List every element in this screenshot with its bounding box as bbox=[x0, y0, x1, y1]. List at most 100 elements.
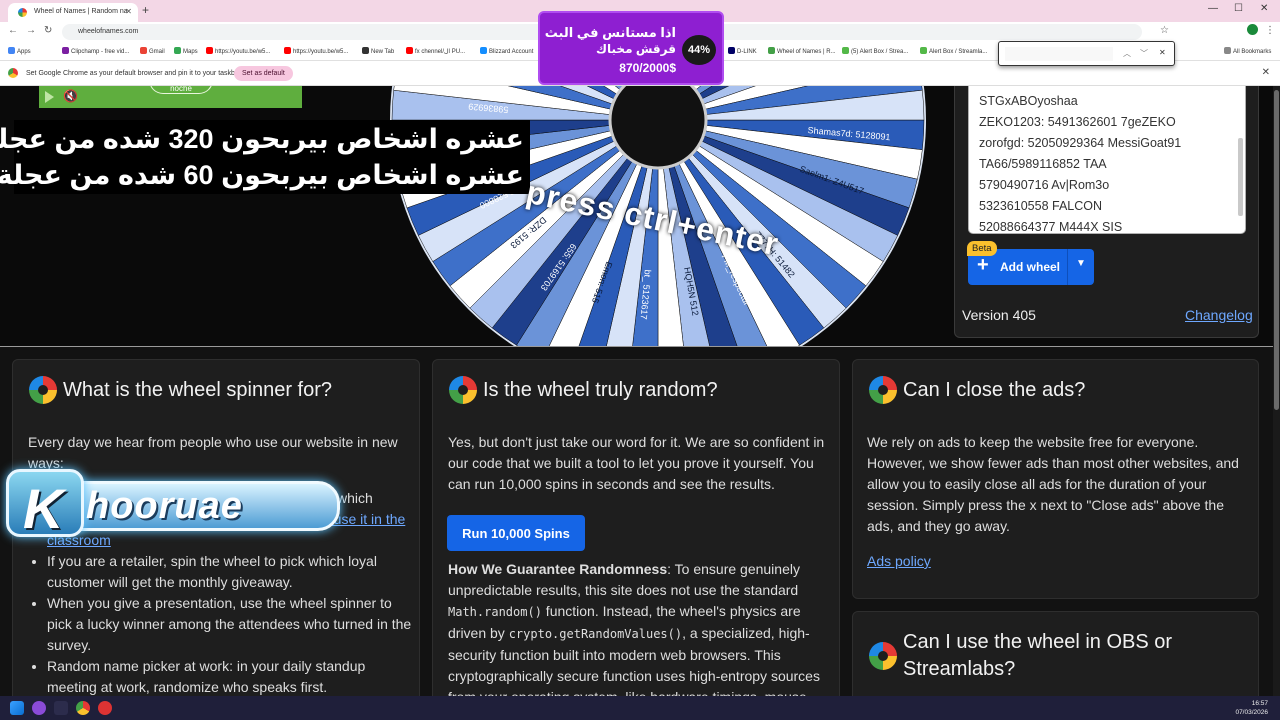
bookmark-item[interactable]: New Tab bbox=[362, 47, 394, 55]
run-spins-button[interactable]: Run 10,000 Spins bbox=[447, 515, 585, 551]
capcut-icon[interactable] bbox=[54, 701, 68, 715]
bookmark-item[interactable]: Apps bbox=[8, 47, 31, 55]
list-item: When you give a presentation, use the wh… bbox=[47, 593, 412, 656]
card-close-ads: Can I close the ads? We rely on ads to k… bbox=[852, 359, 1259, 599]
windows-start-icon[interactable] bbox=[10, 701, 24, 715]
code-math-random: Math.random() bbox=[448, 605, 542, 619]
reload-icon[interactable]: ↻ bbox=[44, 25, 52, 36]
system-clock[interactable]: 16:57 07/03/2026 bbox=[1235, 699, 1268, 717]
list-item: Random name picker at work: in your dail… bbox=[47, 656, 412, 698]
logo-wordmark: hooruae bbox=[86, 485, 243, 527]
card-intro: Yes, but don't just take our word for it… bbox=[448, 434, 825, 492]
new-tab-icon[interactable]: + bbox=[142, 3, 149, 17]
announcement-line-1: عشره اشخاص بيربحون 320 شده من عجلة الحظ bbox=[0, 120, 530, 158]
bookmark-item[interactable]: D-LINK bbox=[728, 47, 757, 55]
logo-k-box: K bbox=[6, 469, 84, 540]
entry-line: zorofgd: 52050929364 MessiGoat91 bbox=[979, 136, 1182, 150]
card-title: Can I use the wheel in OBS or Streamlabs… bbox=[903, 631, 1173, 680]
bookmark-item[interactable]: Gmail bbox=[140, 47, 165, 55]
wheel-logo-icon bbox=[29, 376, 57, 404]
entries-scrollbar[interactable] bbox=[1238, 138, 1243, 216]
close-tab-icon[interactable]: ✕ bbox=[125, 7, 132, 16]
wheel-center-hub[interactable] bbox=[608, 86, 708, 170]
entry-line: 5323610558 FALCON bbox=[979, 199, 1103, 213]
entry-line: 52088664377 M444X SIS bbox=[979, 220, 1123, 234]
bookmark-item[interactable]: https://youtu.be/w5... bbox=[206, 47, 270, 55]
card-text: We rely on ads to keep the website free … bbox=[867, 434, 1239, 534]
section-divider bbox=[0, 346, 1273, 347]
bookmark-item[interactable]: (5) Alert Box / Strea... bbox=[842, 47, 908, 55]
entry-line: STGxABOyoshaa bbox=[979, 94, 1078, 108]
bookmark-item[interactable]: Maps bbox=[174, 47, 198, 55]
tab-title: Wheel of Names | Random na bbox=[34, 8, 128, 15]
menu-icon[interactable]: ⋮ bbox=[1265, 25, 1275, 36]
url-text: wheelofnames.com bbox=[78, 28, 139, 35]
obs-icon[interactable] bbox=[98, 701, 112, 715]
code-crypto: crypto.getRandomValues() bbox=[508, 627, 683, 641]
bookmark-item[interactable]: Alert Box / Streamla... bbox=[920, 47, 987, 55]
list-item: If you are a retailer, spin the wheel to… bbox=[47, 551, 412, 593]
add-wheel-label: Add wheel bbox=[1000, 260, 1061, 274]
find-bar: ︿ ﹀ ✕ bbox=[998, 41, 1175, 66]
app-icon[interactable] bbox=[32, 701, 46, 715]
mute-icon[interactable]: 🔇 bbox=[63, 89, 78, 103]
stream-widget-tag: noche bbox=[149, 86, 213, 94]
entries-panel: STGxABOyoshaa ZEKO1203: 5491362601 7geZE… bbox=[954, 86, 1259, 338]
chrome-icon[interactable] bbox=[76, 701, 90, 715]
minimize-icon[interactable]: — bbox=[1208, 3, 1218, 14]
plus-icon: + bbox=[977, 254, 989, 276]
card-title: What is the wheel spinner for? bbox=[63, 379, 333, 401]
all-bookmarks[interactable]: All Bookmarks bbox=[1224, 47, 1271, 55]
entry-line: 5790490716 Av|Rom3o bbox=[979, 178, 1110, 192]
forward-icon[interactable]: → bbox=[26, 25, 36, 36]
donation-line-2: قرقش مخباك bbox=[596, 42, 676, 56]
page-scrollbar[interactable] bbox=[1273, 86, 1280, 696]
wheel-logo-icon bbox=[449, 376, 477, 404]
entry-line: ZEKO1203: 5491362601 7geZEKO bbox=[979, 115, 1176, 129]
donation-amount: 870/2000$ bbox=[619, 61, 676, 75]
bookmark-item[interactable]: Wheel of Names | R... bbox=[768, 47, 836, 55]
randomness-explanation: How We Guarantee Randomness: To ensure g… bbox=[448, 561, 820, 703]
changelog-link[interactable]: Changelog bbox=[1185, 307, 1253, 323]
chevron-down-icon[interactable]: ▼ bbox=[1067, 249, 1094, 285]
infobar-message: Set Google Chrome as your default browse… bbox=[26, 70, 242, 77]
bookmark-item[interactable]: https://youtu.be/w5... bbox=[284, 47, 348, 55]
close-infobar-icon[interactable]: ✕ bbox=[1262, 67, 1270, 78]
randomness-heading: How We Guarantee Randomness bbox=[448, 561, 668, 577]
wheel-logo-icon bbox=[869, 642, 897, 670]
windows-taskbar: 16:57 07/03/2026 bbox=[0, 696, 1280, 720]
version-label: Version 405 bbox=[962, 307, 1036, 323]
play-icon[interactable] bbox=[45, 91, 54, 103]
maximize-icon[interactable]: ☐ bbox=[1234, 3, 1243, 14]
entries-textarea[interactable]: STGxABOyoshaa ZEKO1203: 5491362601 7geZE… bbox=[968, 86, 1246, 234]
scrollbar-thumb[interactable] bbox=[1274, 90, 1279, 410]
find-close-icon[interactable]: ✕ bbox=[1159, 48, 1166, 57]
bookmark-item[interactable]: Blizzard Account bbox=[480, 47, 533, 55]
announcement-line-2: عشره اشخاص بيربحون 60 شده من عجلة الحظ bbox=[0, 158, 530, 194]
find-next-icon[interactable]: ﹀ bbox=[1140, 48, 1148, 59]
donation-percent: 44% bbox=[682, 35, 716, 65]
bookmark-star-icon[interactable]: ☆ bbox=[1160, 25, 1169, 36]
browser-tab[interactable]: Wheel of Names | Random na ✕ bbox=[8, 3, 138, 22]
card-title: Can I close the ads? bbox=[903, 379, 1086, 401]
clock-time: 16:57 bbox=[1251, 700, 1268, 707]
close-window-icon[interactable]: ✕ bbox=[1260, 3, 1268, 14]
card-randomness: Is the wheel truly random? Yes, but don'… bbox=[432, 359, 840, 704]
beta-badge: Beta bbox=[967, 241, 997, 256]
donation-line-1: اذا مستانس في البث bbox=[544, 25, 676, 40]
bookmark-item[interactable]: Clipchamp - free vid... bbox=[62, 47, 129, 55]
stream-widget: 🔇 noche bbox=[39, 86, 302, 108]
wheel-favicon-icon bbox=[18, 8, 27, 17]
profile-avatar[interactable] bbox=[1247, 24, 1258, 35]
wheel-logo-icon bbox=[869, 376, 897, 404]
chrome-icon bbox=[8, 68, 18, 78]
ads-policy-link[interactable]: Ads policy bbox=[867, 553, 931, 569]
find-input[interactable] bbox=[1005, 47, 1113, 61]
clock-date: 07/03/2026 bbox=[1235, 709, 1268, 716]
channel-logo-overlay: K hooruae bbox=[2, 463, 342, 543]
find-prev-icon[interactable]: ︿ bbox=[1123, 48, 1131, 59]
set-default-button[interactable]: Set as default bbox=[234, 66, 293, 81]
donation-goal-widget: اذا مستانس في البث قرقش مخباك 870/2000$ … bbox=[538, 11, 724, 85]
back-icon[interactable]: ← bbox=[8, 25, 18, 36]
bookmark-item[interactable]: fx chennel/ال PU... bbox=[406, 47, 465, 55]
